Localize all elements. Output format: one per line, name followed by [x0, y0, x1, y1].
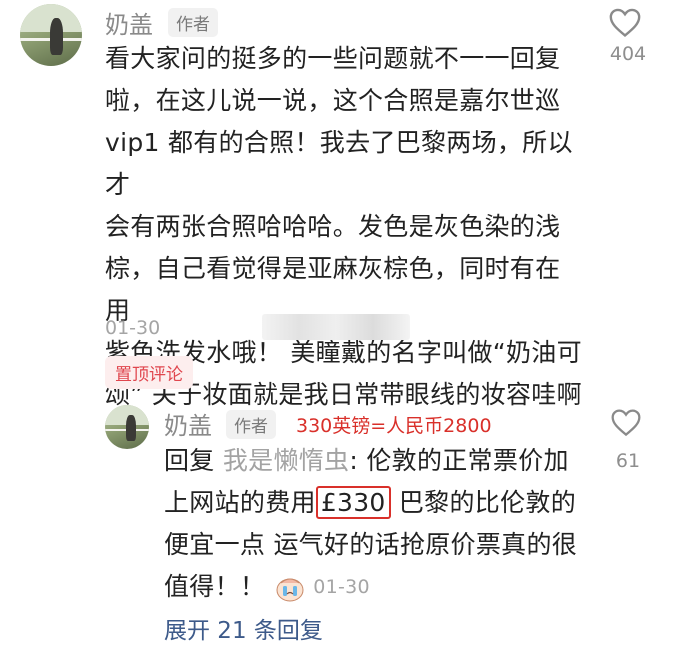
like-button[interactable]: [610, 407, 646, 441]
highlighted-price: £330: [315, 486, 391, 519]
text-line: 上网站的费用 £330 巴黎的比伦敦的: [164, 482, 594, 524]
text-line: 啦，在这儿说一说，这个合照是嘉尔世巡: [105, 86, 561, 115]
expand-replies-link[interactable]: 展开 21 条回复: [164, 611, 323, 645]
text-line: 会有两张合照哈哈哈。发色是灰色染的浅: [105, 212, 561, 241]
reply-username[interactable]: 奶盖: [164, 406, 212, 441]
reply-date: 01-30: [313, 576, 370, 598]
avatar[interactable]: [20, 4, 82, 66]
price-annotation: 330英镑=人民币2800: [296, 415, 492, 437]
reply-to-user[interactable]: 我是懒惰虫: [223, 446, 350, 475]
text-line: 便宜一点 运气好的话抢原价票真的很: [164, 530, 578, 559]
text-segment: : 伦敦的正常票价加: [349, 446, 569, 475]
pinned-comment-badge: 置顶评论: [105, 356, 193, 389]
reply-keyword: 回复: [164, 446, 223, 475]
text-segment: 值得！！: [164, 572, 266, 601]
text-segment: 巴黎的比伦敦的: [390, 488, 576, 517]
avatar[interactable]: [105, 405, 149, 449]
like-count: 404: [609, 43, 647, 65]
like-count: 61: [615, 450, 641, 472]
comment-date: 01-30: [105, 317, 161, 339]
author-badge: 作者: [168, 8, 218, 37]
text-line: 值得！！ 01-30: [164, 566, 594, 608]
reply-text: 回复 我是懒惰虫: 伦敦的正常票价加 上网站的费用 £330 巴黎的比伦敦的 便宜…: [164, 440, 594, 608]
heart-outline-icon: [611, 409, 641, 437]
blurred-location: [262, 314, 410, 340]
text-line: 看大家问的挺多的一些问题就不一一回复: [105, 44, 561, 73]
crying-sticker-icon: [275, 573, 305, 602]
text-segment: 上网站的费用: [164, 488, 316, 517]
like-button[interactable]: [608, 6, 648, 42]
heart-outline-icon: [609, 8, 641, 38]
text-line: 回复 我是懒惰虫: 伦敦的正常票价加: [164, 440, 594, 482]
author-badge: 作者: [226, 410, 276, 439]
text-line: vip1 都有的合照！我去了巴黎两场，所以才: [105, 128, 573, 199]
comment-username[interactable]: 奶盖: [105, 5, 153, 40]
